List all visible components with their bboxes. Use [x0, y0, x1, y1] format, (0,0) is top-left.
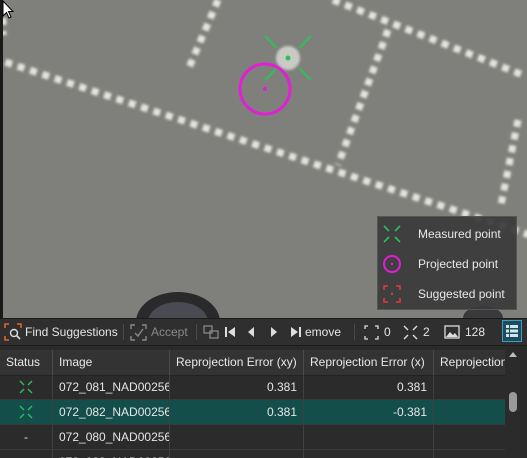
first-button[interactable]: [224, 319, 236, 345]
measured-count: 2: [403, 319, 430, 345]
error-x-cell: 0.381: [304, 375, 434, 399]
find-suggestions-button[interactable]: Find Suggestions: [4, 319, 118, 345]
suggested-count-value: 0: [384, 325, 391, 339]
table-scrollbar[interactable]: [506, 350, 520, 458]
legend-item-measured: Measured point: [378, 219, 516, 249]
legend-label: Measured point: [418, 227, 501, 241]
error-xy-cell: [170, 450, 304, 458]
scroll-up-icon[interactable]: [509, 352, 517, 357]
next-button[interactable]: [269, 319, 279, 345]
toolbar-divider: [196, 324, 197, 340]
remove-button[interactable]: emove: [305, 319, 341, 345]
measured-status-icon: [19, 380, 33, 394]
toolbar-divider: [123, 324, 124, 340]
measured-point-icon: [383, 225, 401, 243]
column-header-error-xy[interactable]: Reprojection Error (xy): [170, 350, 304, 375]
legend-label: Projected point: [418, 257, 499, 271]
find-suggestions-icon: [4, 323, 22, 341]
column-header-image[interactable]: Image: [53, 350, 170, 375]
column-header-status[interactable]: Status: [0, 350, 53, 375]
legend-label: Suggested point: [418, 287, 505, 301]
column-header-error-x[interactable]: Reprojection Error (x): [304, 350, 434, 375]
table-row[interactable]: 072_083_NAD002566: [0, 450, 505, 458]
mouse-cursor-icon: [2, 0, 15, 19]
legend: Measured point Projected point Suggested…: [377, 216, 517, 310]
previous-icon: [248, 327, 254, 337]
projected-point-icon: [383, 255, 401, 273]
next-icon: [271, 327, 277, 337]
suggested-count: 0: [364, 319, 391, 345]
status-cell: [0, 450, 53, 458]
scroll-thumb[interactable]: [509, 392, 517, 412]
measured-cross-icon: [403, 325, 418, 339]
error-y-cell: [434, 375, 505, 399]
remove-label: emove: [305, 325, 342, 339]
toolbar: Find Suggestions Accept emove 0 2 128: [0, 318, 527, 346]
table-row-selected[interactable]: 072_082_NAD002567 0.381 -0.381: [0, 400, 505, 425]
image-table: Status Image Reprojection Error (xy) Rep…: [0, 346, 527, 458]
image-cell: 072_083_NAD002566: [53, 450, 170, 458]
skip-last-icon: [291, 327, 301, 337]
accept-icon: [130, 323, 147, 341]
table-view-toggle[interactable]: [502, 320, 522, 342]
table-row[interactable]: - 072_080_NAD002569: [0, 425, 505, 450]
skip-first-icon: [225, 327, 235, 337]
image-count-value: 128: [465, 325, 486, 339]
image-count: 128: [444, 319, 485, 345]
error-xy-cell: [170, 425, 304, 449]
find-suggestions-label: Find Suggestions: [25, 325, 118, 339]
error-xy-cell: 0.381: [170, 375, 304, 399]
error-y-cell: [434, 400, 505, 424]
image-viewer[interactable]: Measured point Projected point Suggested…: [0, 0, 527, 318]
table-row[interactable]: 072_081_NAD002568 0.381 0.381: [0, 375, 505, 400]
column-header-error-y[interactable]: Reprojection: [434, 350, 505, 375]
suggested-frame-icon: [364, 324, 379, 340]
link-icon: [203, 325, 219, 339]
image-cell: 072_080_NAD002569: [53, 425, 170, 449]
previous-button[interactable]: [246, 319, 256, 345]
accept-button[interactable]: Accept: [130, 319, 188, 345]
status-cell: -: [0, 425, 53, 449]
measured-status-icon: [19, 405, 33, 419]
legend-item-projected: Projected point: [378, 249, 516, 279]
status-cell: [0, 375, 53, 399]
toolbar-divider: [354, 324, 355, 340]
error-x-cell: -0.381: [304, 400, 434, 424]
images-icon: [444, 325, 460, 339]
table-view-icon: [506, 325, 518, 337]
error-xy-cell: 0.381: [170, 400, 304, 424]
error-x-cell: [304, 425, 434, 449]
error-y-cell: [434, 450, 505, 458]
link-images-button[interactable]: [203, 319, 219, 345]
image-cell: 072_081_NAD002568: [53, 375, 170, 399]
table-header: Status Image Reprojection Error (xy) Rep…: [0, 350, 505, 376]
image-cell: 072_082_NAD002567: [53, 400, 170, 424]
measured-count-value: 2: [423, 325, 430, 339]
error-x-cell: [304, 450, 434, 458]
status-cell: [0, 400, 53, 424]
error-y-cell: [434, 425, 505, 449]
suggested-point-icon: [383, 285, 401, 303]
accept-label: Accept: [151, 325, 188, 339]
last-button[interactable]: [290, 319, 302, 345]
legend-item-suggested: Suggested point: [378, 279, 516, 309]
